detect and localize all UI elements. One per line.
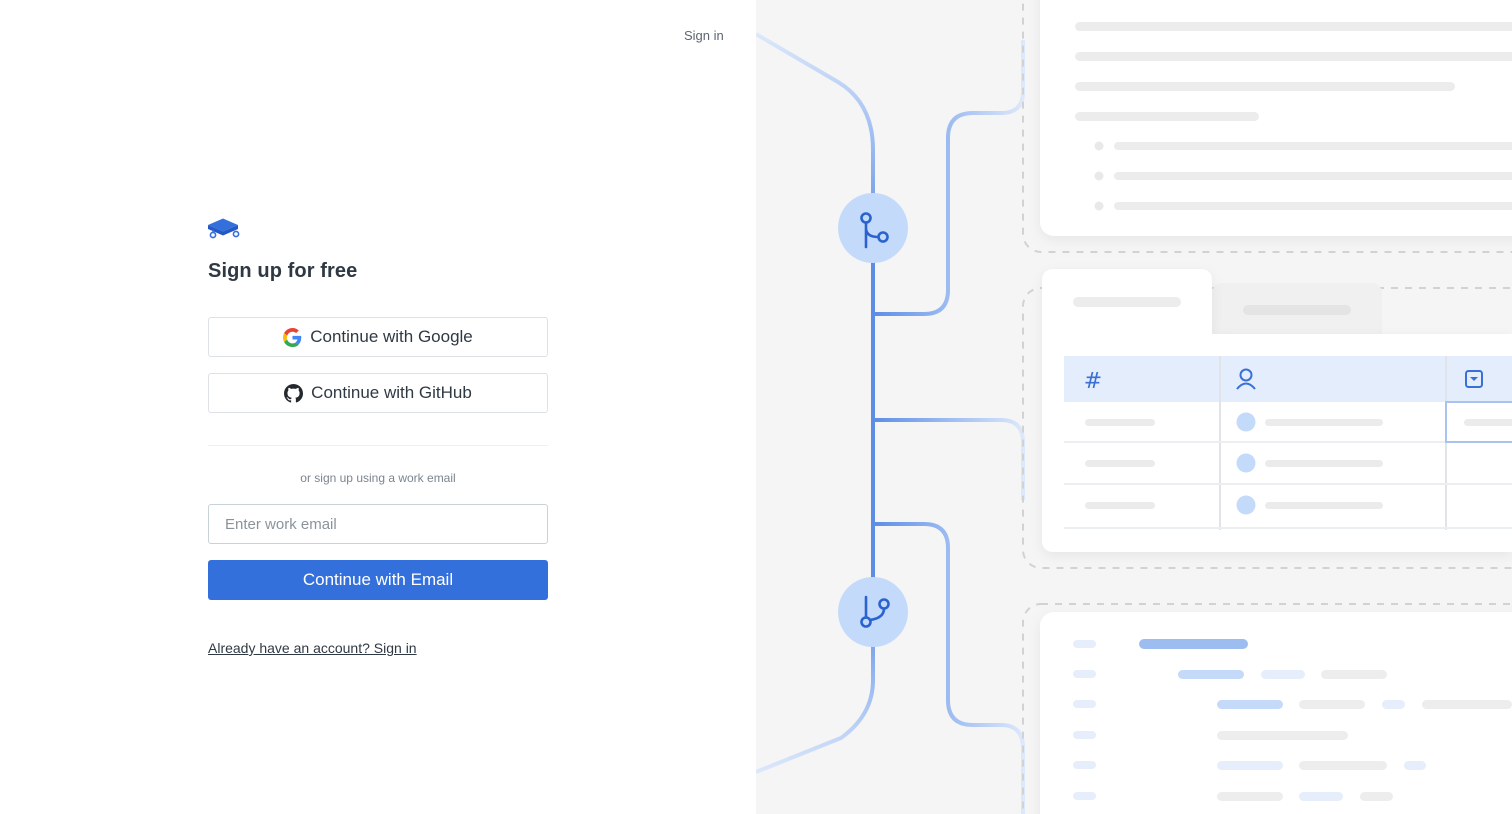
signin-link[interactable]: Already have an account? Sign in [208, 640, 417, 656]
signup-panel: Sign in Sign up for free Continue with G… [0, 0, 756, 814]
logo-icon [208, 218, 240, 239]
github-button-label: Continue with GitHub [311, 383, 472, 402]
google-signin-button[interactable]: Continue with Google [208, 317, 548, 357]
github-signin-button[interactable]: Continue with GitHub [208, 373, 548, 413]
or-text: or sign up using a work email [300, 471, 456, 485]
continue-email-button[interactable]: Continue with Email [208, 560, 548, 600]
divider [208, 445, 548, 446]
github-icon [284, 383, 304, 403]
page-title: Sign up for free [208, 260, 358, 282]
workflow-illustration: # [756, 0, 1512, 814]
git-branch-icon [838, 577, 908, 647]
hash-icon: # [1084, 369, 1102, 394]
google-icon [283, 327, 302, 347]
email-input[interactable] [208, 504, 548, 544]
git-merge-icon [838, 193, 908, 263]
google-button-label: Continue with Google [310, 327, 473, 346]
illustration-panel: # [756, 0, 1512, 814]
header-signin-link[interactable]: Sign in [684, 28, 724, 43]
